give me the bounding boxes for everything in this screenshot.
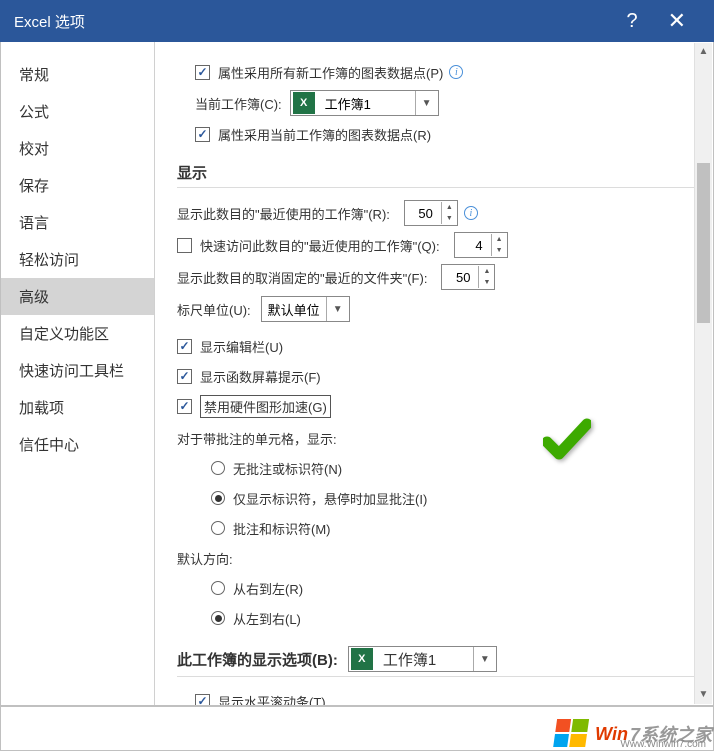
label-direction-ltr: 从左到右(L) — [233, 609, 301, 628]
watermark-url: Www.Winwin7.com — [620, 739, 706, 750]
help-button[interactable]: ? — [610, 10, 653, 33]
chevron-down-icon[interactable]: ▼ — [326, 297, 349, 321]
section-workbook-display-heading: 此工作簿的显示选项(B): X 工作簿1 ▼ — [177, 646, 695, 677]
content-pane: 属性采用所有新工作簿的图表数据点(P) 当前工作簿(C): X 工作簿1 ▼ 属… — [155, 42, 713, 705]
label-show-function-tooltips: 显示函数屏幕提示(F) — [200, 367, 321, 386]
checkbox-current-chart-points[interactable] — [195, 127, 210, 142]
checkbox-show-formula-bar[interactable] — [177, 339, 192, 354]
watermark: Win 7系统之家 Www.Winwin7.com — [555, 719, 712, 749]
label-current-chart-points: 属性采用当前工作簿的图表数据点(R) — [218, 125, 431, 144]
label-comments-indicator: 仅显示标识符，悬停时加显批注(I) — [233, 489, 427, 508]
sidebar-item-save[interactable]: 保存 — [1, 167, 154, 204]
label-comments-none: 无批注或标识符(N) — [233, 459, 342, 478]
label-direction-rtl: 从右到左(R) — [233, 579, 303, 598]
sidebar-item-formulas[interactable]: 公式 — [1, 93, 154, 130]
sidebar-item-language[interactable]: 语言 — [1, 204, 154, 241]
combo-workbook-display-value: 工作簿1 — [377, 649, 473, 670]
radio-comments-indicator[interactable] — [211, 491, 225, 505]
window-titlebar: Excel 选项 ? ✕ — [0, 0, 714, 42]
close-button[interactable]: ✕ — [654, 8, 700, 34]
section-display-heading: 显示 — [177, 162, 695, 188]
sidebar: 常规 公式 校对 保存 语言 轻松访问 高级 自定义功能区 快速访问工具栏 加载… — [1, 42, 155, 705]
spinner-down-icon[interactable]: ▼ — [492, 245, 507, 256]
checkbox-show-function-tooltips[interactable] — [177, 369, 192, 384]
spinner-up-icon[interactable]: ▲ — [442, 202, 457, 213]
label-show-formula-bar: 显示编辑栏(U) — [200, 337, 283, 356]
spinner-recent-workbooks[interactable]: 50 ▲▼ — [404, 200, 458, 226]
checkbox-disable-hw-accel[interactable] — [177, 399, 192, 414]
radio-direction-rtl[interactable] — [211, 581, 225, 595]
spinner-quick-access-value: 4 — [455, 238, 491, 253]
spinner-up-icon[interactable]: ▲ — [479, 266, 494, 277]
radio-comments-none[interactable] — [211, 461, 225, 475]
label-current-workbook: 当前工作簿(C): — [195, 94, 282, 113]
sidebar-item-general[interactable]: 常规 — [1, 56, 154, 93]
combo-ruler-units-value: 默认单位 — [262, 300, 326, 319]
label-comments-title: 对于带批注的单元格，显示: — [177, 429, 337, 448]
label-show-hscroll: 显示水平滚动条(T) — [218, 692, 326, 706]
chevron-down-icon[interactable]: ▼ — [415, 91, 438, 115]
window-title: Excel 选项 — [14, 11, 610, 32]
excel-file-icon: X — [351, 648, 373, 670]
sidebar-item-addins[interactable]: 加载项 — [1, 389, 154, 426]
combo-current-workbook[interactable]: X 工作簿1 ▼ — [290, 90, 439, 116]
sidebar-item-customize-ribbon[interactable]: 自定义功能区 — [1, 315, 154, 352]
checkbox-show-hscroll[interactable] — [195, 694, 210, 706]
scroll-thumb[interactable] — [697, 163, 710, 323]
info-icon[interactable] — [464, 206, 478, 220]
excel-file-icon: X — [293, 92, 315, 114]
chevron-down-icon[interactable]: ▼ — [473, 647, 496, 671]
sidebar-item-quick-access[interactable]: 快速访问工具栏 — [1, 352, 154, 389]
label-all-new-chart-points: 属性采用所有新工作簿的图表数据点(P) — [218, 63, 443, 82]
spinner-down-icon[interactable]: ▼ — [479, 277, 494, 288]
label-quick-access-recent: 快速访问此数目的"最近使用的工作簿"(Q): — [200, 236, 440, 255]
label-comments-both: 批注和标识符(M) — [233, 519, 331, 538]
vertical-scrollbar[interactable]: ▲ ▼ — [694, 43, 712, 704]
radio-direction-ltr[interactable] — [211, 611, 225, 625]
label-recent-folders: 显示此数目的取消固定的"最近的文件夹"(F): — [177, 268, 427, 287]
sidebar-item-proofing[interactable]: 校对 — [1, 130, 154, 167]
combo-workbook-display[interactable]: X 工作簿1 ▼ — [348, 646, 497, 672]
spinner-recent-folders[interactable]: 50 ▲▼ — [441, 264, 495, 290]
info-icon[interactable] — [449, 65, 463, 79]
spinner-recent-folders-value: 50 — [442, 270, 478, 285]
section-workbook-display-label: 此工作簿的显示选项(B): — [177, 649, 338, 670]
label-disable-hw-accel: 禁用硬件图形加速(G) — [200, 395, 331, 418]
sidebar-item-accessibility[interactable]: 轻松访问 — [1, 241, 154, 278]
label-direction-title: 默认方向: — [177, 549, 233, 568]
label-recent-workbooks: 显示此数目的"最近使用的工作簿"(R): — [177, 204, 390, 223]
spinner-up-icon[interactable]: ▲ — [492, 234, 507, 245]
spinner-quick-access-recent[interactable]: 4 ▲▼ — [454, 232, 508, 258]
combo-ruler-units[interactable]: 默认单位 ▼ — [261, 296, 350, 322]
windows-logo-icon — [553, 719, 591, 749]
radio-comments-both[interactable] — [211, 521, 225, 535]
checkbox-quick-access-recent[interactable] — [177, 238, 192, 253]
combo-current-workbook-value: 工作簿1 — [319, 94, 415, 113]
spinner-down-icon[interactable]: ▼ — [442, 213, 457, 224]
checkbox-all-new-chart-points[interactable] — [195, 65, 210, 80]
sidebar-item-trust-center[interactable]: 信任中心 — [1, 426, 154, 463]
scroll-up-icon[interactable]: ▲ — [695, 43, 712, 61]
sidebar-item-advanced[interactable]: 高级 — [1, 278, 154, 315]
scroll-down-icon[interactable]: ▼ — [695, 686, 712, 704]
spinner-recent-workbooks-value: 50 — [405, 206, 441, 221]
label-ruler-units: 标尺单位(U): — [177, 300, 251, 319]
